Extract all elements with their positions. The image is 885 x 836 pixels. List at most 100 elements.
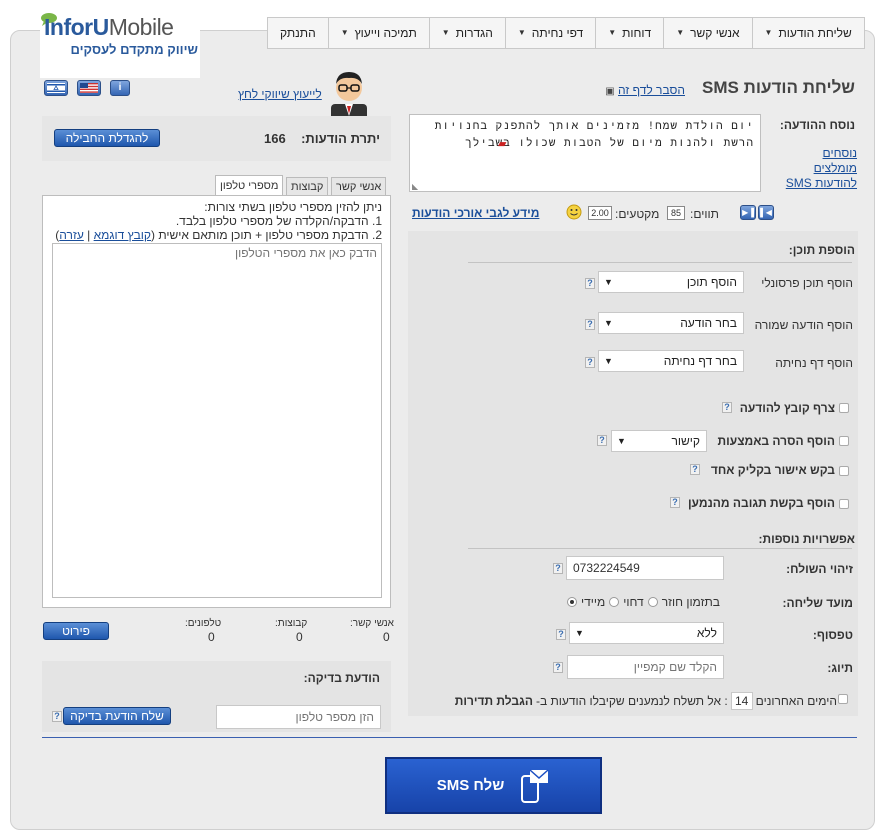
font-size-controls: ▶▐ ▌◀ [740,205,774,220]
removal-method-select[interactable]: קישור ▼ [611,430,707,452]
help-icon[interactable]: ? [690,464,700,475]
groups-count: 0 [296,630,303,644]
increase-font-icon[interactable]: ▶▐ [740,205,756,220]
details-button[interactable]: פירוט [43,622,109,640]
send-sms-button[interactable]: שלח SMS [385,757,602,814]
saved-message-label: הוסף הודעה שמורה [754,318,853,332]
reply-request-label: הוסף בקשת תגובה מהנמען [687,496,835,510]
frequency-limit-suffix: הימים האחרונים [755,694,837,708]
timing-recurring-radio[interactable] [647,597,658,607]
divider [468,548,852,549]
advisor-avatar-icon[interactable] [325,64,373,120]
explain-page-link[interactable]: הסבר לדף זה ▣ [605,83,685,97]
personal-content-select[interactable]: הוסף תוכן ▼ [598,271,744,293]
english-flag-icon[interactable] [77,80,101,96]
help-icon[interactable]: ? [553,563,563,574]
help-icon[interactable]: ? [52,711,62,722]
timing-recurring-label: בתזמון חוזר [661,595,720,609]
sample-file-link[interactable]: קובץ דוגמא [94,228,151,242]
nav-landing-pages[interactable]: דפי נחיתה ▼ [504,18,595,48]
phone-numbers-textarea[interactable] [52,243,382,598]
phones-count-label: טלפונים: [185,618,222,629]
advisor-link[interactable]: לייעוץ שיווקי לחץ [238,87,322,101]
help-icon[interactable]: ? [585,278,595,289]
chevron-down-icon: ▼ [764,28,773,37]
chevron-down-icon: ▼ [604,318,613,328]
more-options-title: אפשרויות נוספות: [758,532,855,546]
send-sms-label: שלח SMS [436,777,505,794]
frequency-limit-checkbox[interactable] [838,694,848,704]
brand-name: InforUMobile [44,14,174,40]
nav-support[interactable]: תמיכה וייעוץ ▼ [327,18,429,48]
smiley-icon[interactable] [566,204,582,220]
one-click-confirm-checkbox[interactable] [839,466,849,476]
frequency-limit-row: הגבלת תדירות : אל תשלח לנמענים שקיבלו הו… [455,692,837,710]
camera-icon: ▣ [605,86,615,97]
send-time-radios: מיידי דחוי בתזמון חוזר [567,595,720,609]
cake-icon: ▰ [498,138,507,150]
campaign-tag-input[interactable] [567,655,724,679]
brand-logo[interactable]: InforUMobile שיווק מתקדם לעסקים [40,10,200,78]
test-phone-input[interactable] [216,705,381,729]
frequency-limit-label: הגבלת תדירות [454,694,533,708]
resize-handle-icon[interactable]: ◣ [412,182,418,191]
upgrade-package-button[interactable]: להגדלת החבילה [54,129,160,147]
landing-page-select[interactable]: בחר דף נחיתה ▼ [598,350,744,372]
nav-send-messages[interactable]: שליחת הודעות ▼ [751,18,864,48]
tab-contacts[interactable]: אנשי קשר [331,177,387,196]
nav-settings[interactable]: הגדרות ▼ [428,18,505,48]
sender-id-input[interactable]: 0732224549 [566,556,724,580]
chevron-down-icon: ▼ [575,628,584,638]
reply-request-checkbox[interactable] [839,499,849,509]
nav-reports[interactable]: דוחות ▼ [595,18,663,48]
chevron-down-icon: ▼ [676,28,685,37]
chevron-down-icon: ▼ [604,356,613,366]
chars-label: תווים: [690,207,719,221]
frequency-limit-text: : אל תשלח לנמענים שקיבלו הודעות ב- [535,694,728,708]
attach-file-checkbox[interactable] [839,403,849,413]
sender-id-label: זיהוי השולח: [786,562,853,576]
recipients-line1: 1. הדבקה/הקלדה של מספרי טלפון בלבד. [175,214,382,228]
timing-immediate-radio[interactable] [567,597,577,607]
recipients-instructions: ניתן להזין מספרי טלפון בשתי צורות: 1. הד… [55,200,382,242]
one-click-confirm-label: בקש אישור בקליק אחד [710,463,835,477]
timing-delayed-label: דחוי [623,595,644,609]
form-select[interactable]: ללא ▼ [569,622,724,644]
divider [468,262,852,263]
help-link[interactable]: עזרה [59,228,84,242]
chevron-down-icon: ▼ [517,28,526,37]
saved-message-select[interactable]: בחר הודעה ▼ [598,312,744,334]
help-icon[interactable]: ? [722,402,732,413]
add-removal-checkbox[interactable] [839,436,849,446]
nav-logout[interactable]: התנתק [268,18,328,48]
landing-page-label: הוסף דף נחיתה [775,356,853,370]
help-icon[interactable]: ? [597,435,607,446]
send-test-button[interactable]: שלח הודעת בדיקה [63,707,171,725]
help-icon[interactable]: ? [585,357,595,368]
form-label: טפסוף: [812,628,853,642]
chevron-down-icon: ▼ [604,277,613,287]
message-textarea[interactable]: יום הולדת שמח! מזמינים אותך להתפנק בחנוי… [409,114,761,192]
info-icon[interactable]: i [110,80,130,96]
segments-label: מקטעים: [615,207,660,221]
hebrew-flag-icon[interactable] [44,80,68,96]
help-icon[interactable]: ? [556,629,566,640]
long-messages-link[interactable]: מידע לגבי אורכי הודעות [412,206,539,220]
chevron-down-icon: ▼ [441,28,450,37]
recommended-messages-link[interactable]: נוסחים מומלצים להודעות SMS [777,146,857,191]
add-content-title: הוספת תוכן: [788,243,855,257]
decrease-font-icon[interactable]: ▌◀ [758,205,774,220]
chars-count: 85 [667,206,685,220]
divider [42,737,857,738]
tab-groups[interactable]: קבוצות [286,177,329,196]
frequency-days-input[interactable]: 14 [730,692,753,710]
chevron-down-icon: ▼ [340,28,349,37]
help-icon[interactable]: ? [670,497,680,508]
help-icon[interactable]: ? [553,662,563,673]
timing-delayed-radio[interactable] [609,597,620,607]
nav-contacts[interactable]: אנשי קשר ▼ [663,18,751,48]
balance-value: 166 [264,131,286,146]
help-icon[interactable]: ? [585,319,595,330]
tag-label: תיוג: [827,661,853,675]
tab-phone-numbers[interactable]: מספרי טלפון [215,175,284,196]
